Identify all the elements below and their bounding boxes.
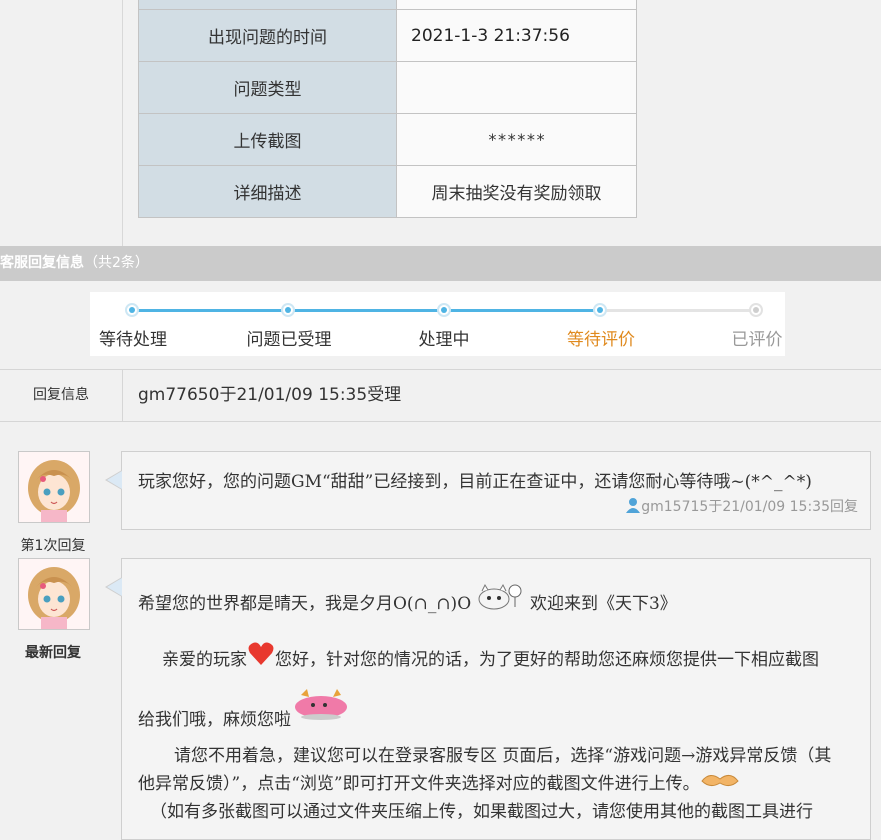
ticket-info-table: 出现问题的时间 2021-1-3 21:37:56 问题类型 上传截图 ****…	[138, 0, 637, 218]
row-label: 上传截图	[138, 113, 397, 166]
user-icon	[625, 497, 641, 517]
reply-index-label: 第1次回复	[20, 538, 86, 554]
row-value	[396, 61, 637, 114]
table-cell	[396, 0, 637, 10]
progress-line-todo	[600, 309, 758, 312]
reply-bubble: 玩家您好，您的问题GM“甜甜”已经接到，目前正在查证中，还请您耐心等待哦~(*^…	[105, 451, 871, 530]
section-title: 客服回复信息	[0, 255, 84, 271]
row-label: 详细描述	[138, 165, 397, 218]
step-dot	[281, 303, 295, 317]
table-row: 问题类型	[138, 61, 637, 114]
anime-girl-icon	[19, 559, 89, 629]
cat-emoticon-icon	[477, 583, 525, 616]
table-row: 出现问题的时间 2021-1-3 21:37:56	[138, 9, 637, 62]
step-label: 已评价	[731, 330, 783, 350]
accept-suffix: 受理	[367, 385, 402, 405]
section-count: （共2条）	[84, 255, 149, 271]
step-dot	[125, 303, 139, 317]
table-row: 详细描述 周末抽奖没有奖励领取	[138, 165, 637, 218]
greeting-text: 希望您的世界都是晴天，我是夕月O(∩_∩)O	[138, 594, 472, 614]
connector: 于	[219, 385, 237, 405]
reply-info-text: gm77650于21/01/09 15:35受理	[138, 370, 401, 421]
reply-meta: gm15715于21/01/09 15:35回复	[625, 496, 858, 517]
paragraph-1-cont: 给我们哦，麻烦您啦	[138, 687, 351, 730]
accept-time: 21/01/09 15:35	[236, 385, 368, 405]
screenshot-link[interactable]: ******	[396, 113, 637, 166]
row-value: 周末抽奖没有奖励领取	[396, 165, 637, 218]
anime-girl-icon	[19, 452, 89, 522]
step-label: 问题已受理	[246, 330, 332, 350]
progress-line-done	[132, 309, 600, 312]
para1-text: 给我们哦，麻烦您啦	[138, 710, 291, 730]
para1-text: 亲爱的玩家	[162, 650, 247, 670]
row-label: 出现问题的时间	[138, 9, 397, 62]
handshake-emoticon-icon	[700, 769, 740, 796]
step-label-current: 等待评价	[567, 330, 635, 350]
reply-info-row: 回复信息 gm77650于21/01/09 15:35受理	[0, 369, 881, 422]
reply-info-label: 回复信息	[0, 370, 123, 421]
agent-id: gm77650	[138, 385, 220, 405]
paragraph-2-cont: 他异常反馈）”，点击“浏览”即可打开文件夹选择对应的截图文件进行上传。	[138, 769, 740, 796]
row-value: 2021-1-3 21:37:56	[396, 9, 637, 62]
section-header: 客服回复信息（共2条）	[0, 246, 881, 281]
paragraph-1: 亲爱的玩家 您好，针对您的情况的话，为了更好的帮助您还麻烦您提供一下相应截图	[162, 641, 819, 672]
paragraph-2: 请您不用着急，建议您可以在登录客服专区 页面后，选择“游戏问题→游戏异常反馈（其	[174, 746, 832, 766]
paragraph-3: （如有多张截图可以通过文件夹压缩上传，如果截图过大，请您使用其他的截图工具进行	[150, 802, 813, 822]
table-row: 上传截图 ******	[138, 113, 637, 166]
reply-text: 玩家您好，您的问题GM“甜甜”已经接到，目前正在查证中，还请您耐心等待哦~(*^…	[138, 472, 812, 492]
left-column-divider	[122, 0, 123, 246]
step-label: 处理中	[418, 330, 470, 350]
reply-index-label: 最新回复	[25, 645, 81, 661]
heart-emoticon-icon	[247, 641, 275, 672]
row-label: 问题类型	[138, 61, 397, 114]
step-dot	[593, 303, 607, 317]
avatar	[18, 558, 90, 630]
para1-text: 您好，针对您的情况的话，为了更好的帮助您还麻烦您提供一下相应截图	[275, 650, 819, 670]
step-dot	[437, 303, 451, 317]
table-cell	[138, 0, 397, 10]
step-label: 等待处理	[99, 330, 167, 350]
greeting-line: 希望您的世界都是晴天，我是夕月O(∩_∩)O 欢迎来到《天下3》	[138, 583, 677, 616]
connector: 于	[708, 499, 723, 515]
avatar	[18, 451, 90, 523]
reply-bubble: 希望您的世界都是晴天，我是夕月O(∩_∩)O 欢迎来到《天下3》 亲爱的玩家 您好…	[105, 558, 871, 840]
progress-tracker: 等待处理 问题已受理 处理中 等待评价 已评价	[90, 292, 785, 356]
pink-creature-emoticon-icon	[291, 687, 351, 726]
table-row	[138, 0, 637, 10]
reply-suffix: 回复	[830, 499, 858, 515]
bubble-arrow	[105, 577, 122, 597]
para2-text: 他异常反馈）”，点击“浏览”即可打开文件夹选择对应的截图文件进行上传。	[138, 774, 700, 794]
reply-author: gm15715	[641, 499, 709, 515]
bubble-arrow	[105, 470, 122, 490]
step-dot	[749, 303, 763, 317]
greeting-welcome: 欢迎来到《天下3》	[529, 594, 677, 614]
reply-time: 21/01/09 15:35	[722, 499, 830, 515]
